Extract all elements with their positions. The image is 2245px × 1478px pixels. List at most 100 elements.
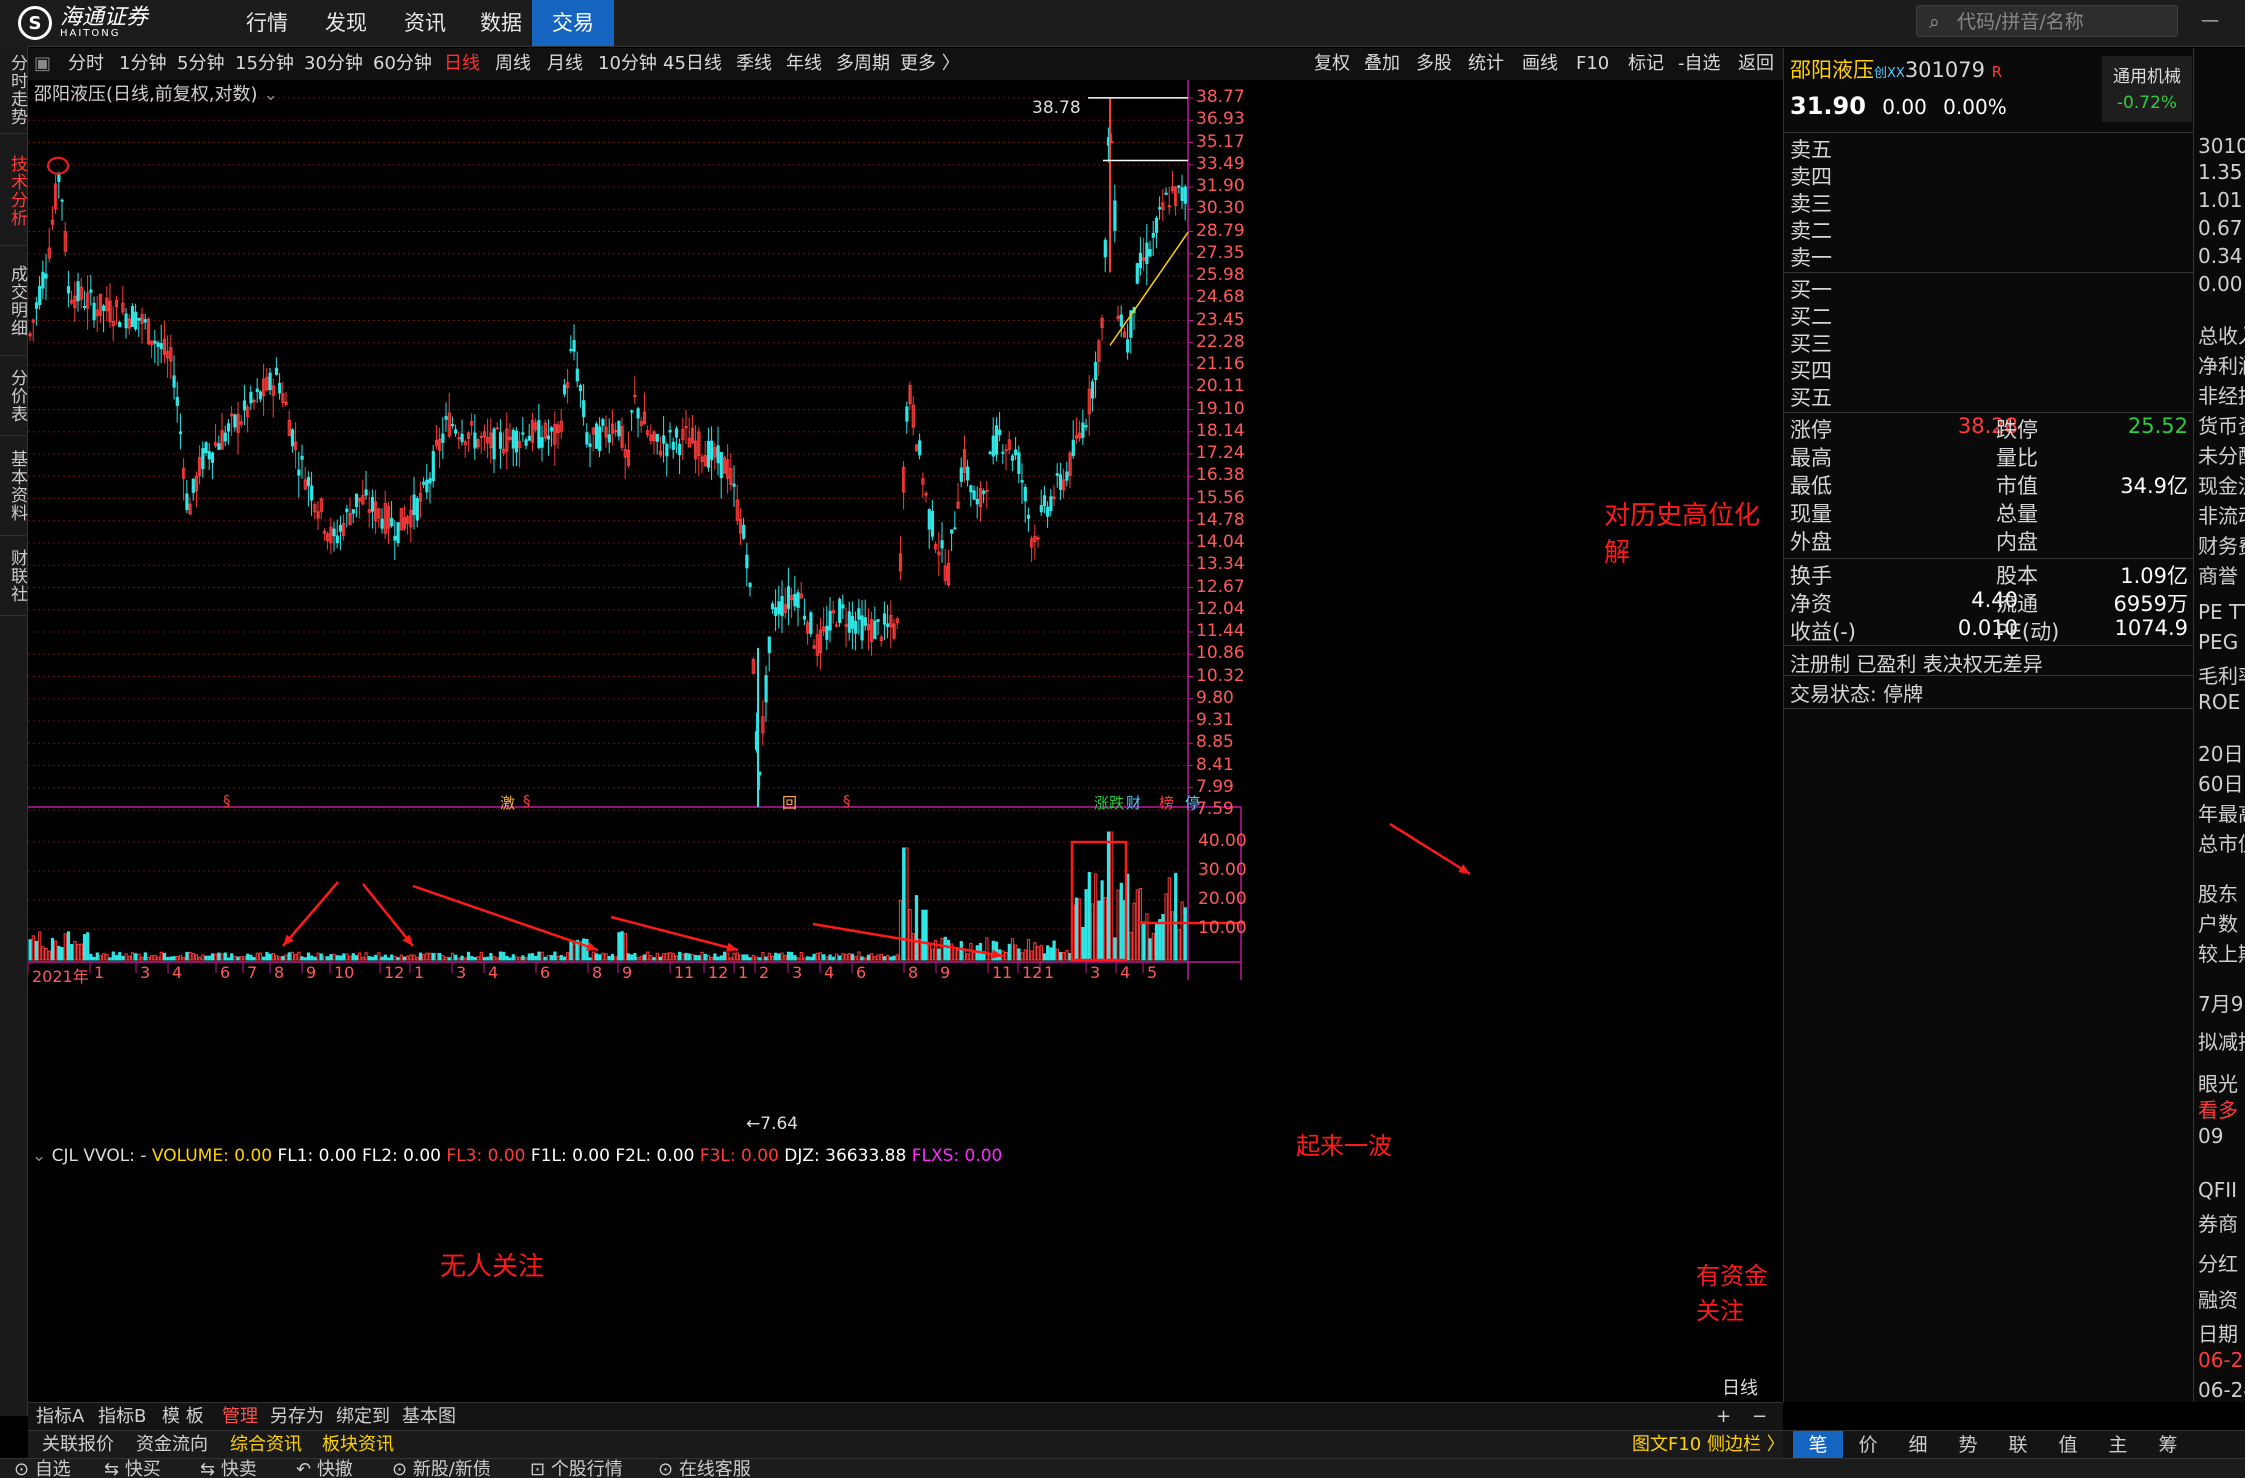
period-15min[interactable]: 15分钟 [235,48,294,80]
tab-intraday[interactable]: 分时走势 [0,46,27,134]
tab-main[interactable]: 主 [2093,1431,2143,1459]
btn-overlay[interactable]: 叠加 [1364,48,1400,80]
tab-related[interactable]: 联 [1993,1431,2043,1459]
candle-body [521,432,525,435]
btn-bind-to[interactable]: 绑定到 [336,1403,390,1431]
btn-manage[interactable]: 管理 [222,1403,258,1431]
period-30min[interactable]: 30分钟 [304,48,363,80]
date-axis-label: 11 [992,963,1013,982]
tab-trade-detail[interactable]: 成交明细 [0,246,27,356]
kline-chart-svg[interactable] [28,80,1783,1402]
tab-ticks[interactable]: 笔 [1793,1431,1843,1459]
period-multi[interactable]: 多周期 [836,48,890,80]
panel-toggle-icon[interactable]: ▣ [34,48,51,80]
btn-general-news[interactable]: 综合资讯 [230,1431,302,1459]
candle-body [991,435,995,457]
period-60min[interactable]: 60分钟 [373,48,432,80]
volume-bar [1039,944,1043,961]
btn-indicator-a[interactable]: 指标A [36,1403,84,1431]
minimize-icon[interactable]: — [2190,6,2230,36]
menu-trade[interactable]: 交易 [532,0,614,46]
btn-multistock[interactable]: 多股 [1416,48,1452,80]
quick-cancel[interactable]: ↶ 快撤 [296,1459,353,1478]
tab-fundamentals[interactable]: 基本资料 [0,436,27,536]
tab-cls-news[interactable]: 财联社 [0,536,27,616]
period-monthly[interactable]: 月线 [547,48,583,80]
buy-1: 买一 [1790,278,1832,302]
period-10min[interactable]: 10分钟 [598,48,657,80]
search-icon: ⌕ [1929,11,1940,33]
btn-basic-chart[interactable]: 基本图 [402,1403,456,1431]
volume-bar [214,953,218,961]
zoom-in-icon[interactable]: + [1716,1403,1731,1431]
volume-bar [1183,907,1187,961]
btn-mark[interactable]: 标记 [1628,48,1664,80]
indicator-dropdown-icon[interactable]: ⌄ [32,1146,46,1166]
search-input[interactable]: ⌕ 代码/拼音/名称 [1916,5,2178,37]
volume-bar [178,955,183,961]
tab-price[interactable]: 价 [1843,1431,1893,1459]
event-tag: 财 [1126,794,1142,812]
quick-favorites[interactable]: ⊙ 自选 [14,1459,71,1478]
period-toolbar: ▣ 分时 1分钟 5分钟 15分钟 30分钟 60分钟 日线 周线 月线 10分… [28,48,1783,80]
tab-price-table[interactable]: 分价表 [0,356,27,436]
volume-bar [358,952,362,961]
far-right-item: ROE [2198,690,2241,714]
kline-chart-area[interactable]: 邵阳液压(日线,前复权,对数) ⌄ 38.78 ←7.64 对历史高位化解 ⌄ … [28,80,1783,1402]
quick-ipo[interactable]: ⊙ 新股/新债 [392,1459,491,1478]
btn-stats[interactable]: 统计 [1468,48,1504,80]
period-45day[interactable]: 45日线 [663,48,722,80]
btn-unfavorite[interactable]: -自选 [1678,48,1721,80]
btn-related-quotes[interactable]: 关联报价 [42,1431,114,1459]
btn-back[interactable]: 返回 [1738,48,1774,80]
buy-3: 买三 [1790,332,1832,356]
far-right-item: 眼光 [2198,1072,2238,1096]
btn-capital-flow[interactable]: 资金流向 [136,1431,208,1459]
btn-f10[interactable]: F10 [1576,48,1609,80]
volume-bar [898,899,903,961]
annotation-history-high: 对历史高位化解 [1604,501,1761,568]
btn-save-as[interactable]: 另存为 [270,1403,324,1431]
tab-detail[interactable]: 细 [1893,1431,1943,1459]
zoom-out-icon[interactable]: − [1752,1403,1767,1431]
menu-market[interactable]: 行情 [226,0,308,46]
industry-box[interactable]: 通用机械 -0.72% [2102,56,2192,122]
menu-data[interactable]: 数据 [460,0,542,46]
tab-technical[interactable]: 技术分析 [0,136,27,246]
candle-body [444,416,448,420]
btn-template[interactable]: 模 板 [162,1403,204,1431]
menu-discover[interactable]: 发现 [305,0,387,46]
candle-body [988,451,992,455]
tab-trend[interactable]: 势 [1943,1431,1993,1459]
quick-sell[interactable]: ⇆ 快卖 [200,1459,257,1478]
period-more[interactable]: 更多 〉 [900,48,960,80]
btn-sector-news[interactable]: 板块资讯 [322,1431,394,1459]
menu-news[interactable]: 资讯 [384,0,466,46]
far-right-item: 非经损 [2198,384,2245,408]
period-quarterly[interactable]: 季线 [736,48,772,80]
chart-title-dropdown-icon[interactable]: ⌄ [263,84,278,105]
candle-body [454,429,458,434]
btn-indicator-b[interactable]: 指标B [98,1403,146,1431]
indicator-name[interactable]: CJL [52,1146,78,1166]
period-daily[interactable]: 日线 [444,48,480,80]
divider [1784,558,2194,559]
volume-bar [114,955,119,961]
quick-support[interactable]: ⊙ 在线客服 [658,1459,751,1478]
period-1min[interactable]: 1分钟 [119,48,166,80]
period-yearly[interactable]: 年线 [786,48,822,80]
price-axis-label: 14.78 [1196,509,1245,530]
btn-draw[interactable]: 画线 [1522,48,1558,80]
period-intraday[interactable]: 分时 [68,48,104,80]
tab-value[interactable]: 值 [2043,1431,2093,1459]
period-5min[interactable]: 5分钟 [177,48,224,80]
period-weekly[interactable]: 周线 [495,48,531,80]
btn-f10-sidebar[interactable]: 图文F10 侧边栏 〉 [1632,1431,1785,1459]
date-axis-label: 4 [1120,963,1131,982]
quick-stock-quote[interactable]: ⊡ 个股行情 [530,1459,623,1478]
volume-bar [281,956,285,961]
quick-buy[interactable]: ⇆ 快买 [104,1459,161,1478]
btn-adjust[interactable]: 复权 [1314,48,1350,80]
tab-chips[interactable]: 筹 [2143,1431,2193,1459]
price-axis-label: 8.41 [1196,754,1234,775]
